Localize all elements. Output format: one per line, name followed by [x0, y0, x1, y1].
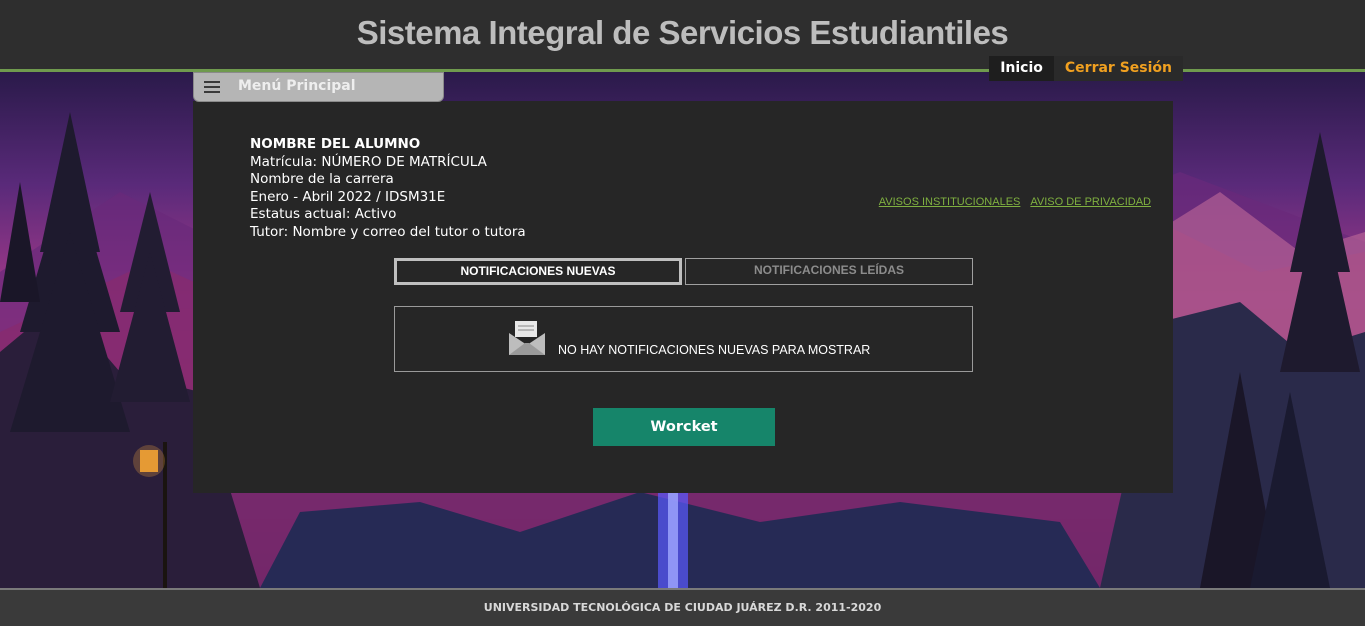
envelope-icon: [509, 321, 545, 355]
student-periodo: Enero - Abril 2022 / IDSM31E: [250, 188, 446, 205]
student-matricula: Matrícula: NÚMERO DE MATRÍCULA: [250, 153, 487, 170]
top-navigation: Inicio Cerrar Sesión: [989, 56, 1183, 81]
page-title: Sistema Integral de Servicios Estudianti…: [356, 14, 1009, 51]
student-info: NOMBRE DEL ALUMNO Matrícula: NÚMERO DE M…: [250, 136, 526, 241]
notice-links: AVISOS INSTITUCIONALES AVISO DE PRIVACID…: [879, 196, 1151, 208]
logout-link[interactable]: Cerrar Sesión: [1053, 56, 1183, 81]
tab-notificaciones-leidas[interactable]: NOTIFICACIONES LEÍDAS: [685, 258, 973, 285]
student-estatus: Estatus actual: Activo: [250, 206, 397, 222]
avisos-institucionales-link[interactable]: AVISOS INSTITUCIONALES: [879, 196, 1021, 208]
tab-notificaciones-nuevas[interactable]: NOTIFICACIONES NUEVAS: [394, 258, 682, 285]
notification-tabs: NOTIFICACIONES NUEVAS NOTIFICACIONES LEÍ…: [394, 258, 973, 285]
student-carrera: Nombre de la carrera: [250, 171, 394, 187]
empty-notifications-message: NO HAY NOTIFICACIONES NUEVAS PARA MOSTRA…: [558, 343, 871, 357]
main-panel: NOMBRE DEL ALUMNO Matrícula: NÚMERO DE M…: [193, 101, 1173, 493]
notifications-box: NO HAY NOTIFICACIONES NUEVAS PARA MOSTRA…: [394, 306, 973, 372]
main-menu-label: Menú Principal: [238, 78, 356, 94]
main-menu-toggle[interactable]: Menú Principal: [193, 72, 444, 102]
student-name: NOMBRE DEL ALUMNO: [250, 136, 421, 152]
worcket-button[interactable]: Worcket: [593, 408, 775, 446]
hamburger-menu-icon: [204, 81, 220, 93]
inicio-link[interactable]: Inicio: [989, 56, 1054, 81]
page-footer: UNIVERSIDAD TECNOLÓGICA DE CIUDAD JUÁREZ…: [0, 588, 1365, 626]
aviso-privacidad-link[interactable]: AVISO DE PRIVACIDAD: [1030, 196, 1151, 208]
student-tutor: Tutor: Nombre y correo del tutor o tutor…: [250, 223, 526, 240]
